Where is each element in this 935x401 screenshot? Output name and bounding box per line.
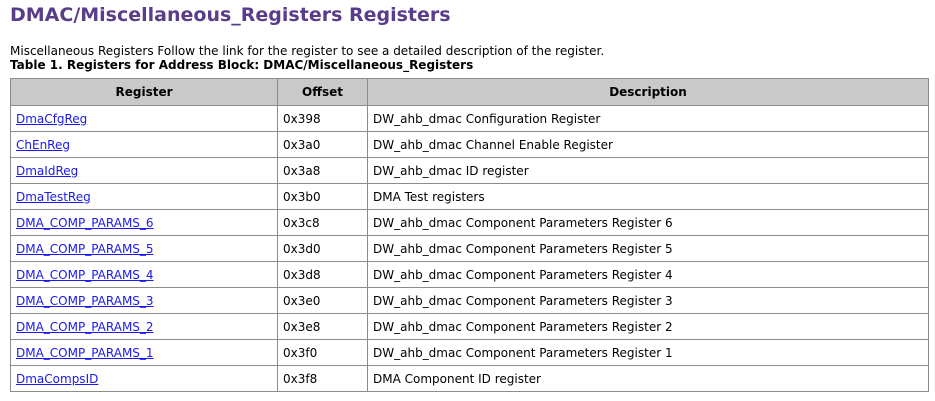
register-cell: DMA_COMP_PARAMS_2 bbox=[10, 313, 278, 340]
table-header-row: Register Offset Description bbox=[10, 78, 929, 106]
register-cell: DMA_COMP_PARAMS_5 bbox=[10, 235, 278, 262]
register-link[interactable]: DmaCompsID bbox=[16, 372, 98, 386]
offset-cell: 0x3f0 bbox=[277, 339, 368, 366]
description-cell: DW_ahb_dmac Component Parameters Registe… bbox=[367, 235, 929, 262]
description-cell: DMA Component ID register bbox=[367, 365, 929, 392]
table-row: DmaCfgReg 0x398 DW_ahb_dmac Configuratio… bbox=[10, 105, 929, 132]
registers-table: Register Offset Description DmaCfgReg 0x… bbox=[10, 78, 929, 392]
intro-text: Miscellaneous Registers Follow the link … bbox=[10, 44, 605, 58]
offset-cell: 0x3d8 bbox=[277, 261, 368, 288]
register-link[interactable]: DMA_COMP_PARAMS_3 bbox=[16, 294, 154, 308]
table-row: DMA_COMP_PARAMS_5 0x3d0 DW_ahb_dmac Comp… bbox=[10, 235, 929, 262]
description-cell: DW_ahb_dmac Configuration Register bbox=[367, 105, 929, 132]
table-row: DMA_COMP_PARAMS_2 0x3e8 DW_ahb_dmac Comp… bbox=[10, 313, 929, 340]
offset-cell: 0x398 bbox=[277, 105, 368, 132]
page-title: DMAC/Miscellaneous_Registers Registers bbox=[10, 4, 451, 26]
table-row: DMA_COMP_PARAMS_4 0x3d8 DW_ahb_dmac Comp… bbox=[10, 261, 929, 288]
offset-cell: 0x3e8 bbox=[277, 313, 368, 340]
column-header-description: Description bbox=[367, 78, 929, 106]
description-cell: DW_ahb_dmac Component Parameters Registe… bbox=[367, 339, 929, 366]
register-link[interactable]: DMA_COMP_PARAMS_6 bbox=[16, 216, 154, 230]
description-cell: DW_ahb_dmac Component Parameters Registe… bbox=[367, 261, 929, 288]
offset-cell: 0x3f8 bbox=[277, 365, 368, 392]
register-cell: DmaCfgReg bbox=[10, 105, 278, 132]
register-link[interactable]: DMA_COMP_PARAMS_4 bbox=[16, 268, 154, 282]
register-link[interactable]: DmaTestReg bbox=[16, 190, 91, 204]
description-cell: DW_ahb_dmac Channel Enable Register bbox=[367, 131, 929, 158]
register-link[interactable]: DmaCfgReg bbox=[16, 112, 87, 126]
offset-cell: 0x3a8 bbox=[277, 157, 368, 184]
table-caption: Table 1. Registers for Address Block: DM… bbox=[10, 58, 474, 72]
offset-cell: 0x3d0 bbox=[277, 235, 368, 262]
table-row: DmaCompsID 0x3f8 DMA Component ID regist… bbox=[10, 365, 929, 392]
table-row: DMA_COMP_PARAMS_6 0x3c8 DW_ahb_dmac Comp… bbox=[10, 209, 929, 236]
offset-cell: 0x3a0 bbox=[277, 131, 368, 158]
description-cell: DW_ahb_dmac ID register bbox=[367, 157, 929, 184]
description-cell: DMA Test registers bbox=[367, 183, 929, 210]
register-cell: ChEnReg bbox=[10, 131, 278, 158]
description-cell: DW_ahb_dmac Component Parameters Registe… bbox=[367, 209, 929, 236]
register-cell: DmaTestReg bbox=[10, 183, 278, 210]
register-link[interactable]: DMA_COMP_PARAMS_1 bbox=[16, 346, 154, 360]
description-cell: DW_ahb_dmac Component Parameters Registe… bbox=[367, 287, 929, 314]
register-link[interactable]: DmaIdReg bbox=[16, 164, 78, 178]
column-header-register: Register bbox=[10, 78, 278, 106]
register-cell: DmaCompsID bbox=[10, 365, 278, 392]
register-cell: DMA_COMP_PARAMS_4 bbox=[10, 261, 278, 288]
register-link[interactable]: DMA_COMP_PARAMS_2 bbox=[16, 320, 154, 334]
offset-cell: 0x3c8 bbox=[277, 209, 368, 236]
register-cell: DmaIdReg bbox=[10, 157, 278, 184]
offset-cell: 0x3b0 bbox=[277, 183, 368, 210]
offset-cell: 0x3e0 bbox=[277, 287, 368, 314]
description-cell: DW_ahb_dmac Component Parameters Registe… bbox=[367, 313, 929, 340]
register-cell: DMA_COMP_PARAMS_1 bbox=[10, 339, 278, 366]
register-link[interactable]: ChEnReg bbox=[16, 138, 70, 152]
column-header-offset: Offset bbox=[277, 78, 368, 106]
register-cell: DMA_COMP_PARAMS_3 bbox=[10, 287, 278, 314]
table-row: ChEnReg 0x3a0 DW_ahb_dmac Channel Enable… bbox=[10, 131, 929, 158]
register-link[interactable]: DMA_COMP_PARAMS_5 bbox=[16, 242, 154, 256]
table-row: DmaTestReg 0x3b0 DMA Test registers bbox=[10, 183, 929, 210]
table-row: DmaIdReg 0x3a8 DW_ahb_dmac ID register bbox=[10, 157, 929, 184]
table-row: DMA_COMP_PARAMS_1 0x3f0 DW_ahb_dmac Comp… bbox=[10, 339, 929, 366]
table-row: DMA_COMP_PARAMS_3 0x3e0 DW_ahb_dmac Comp… bbox=[10, 287, 929, 314]
register-cell: DMA_COMP_PARAMS_6 bbox=[10, 209, 278, 236]
